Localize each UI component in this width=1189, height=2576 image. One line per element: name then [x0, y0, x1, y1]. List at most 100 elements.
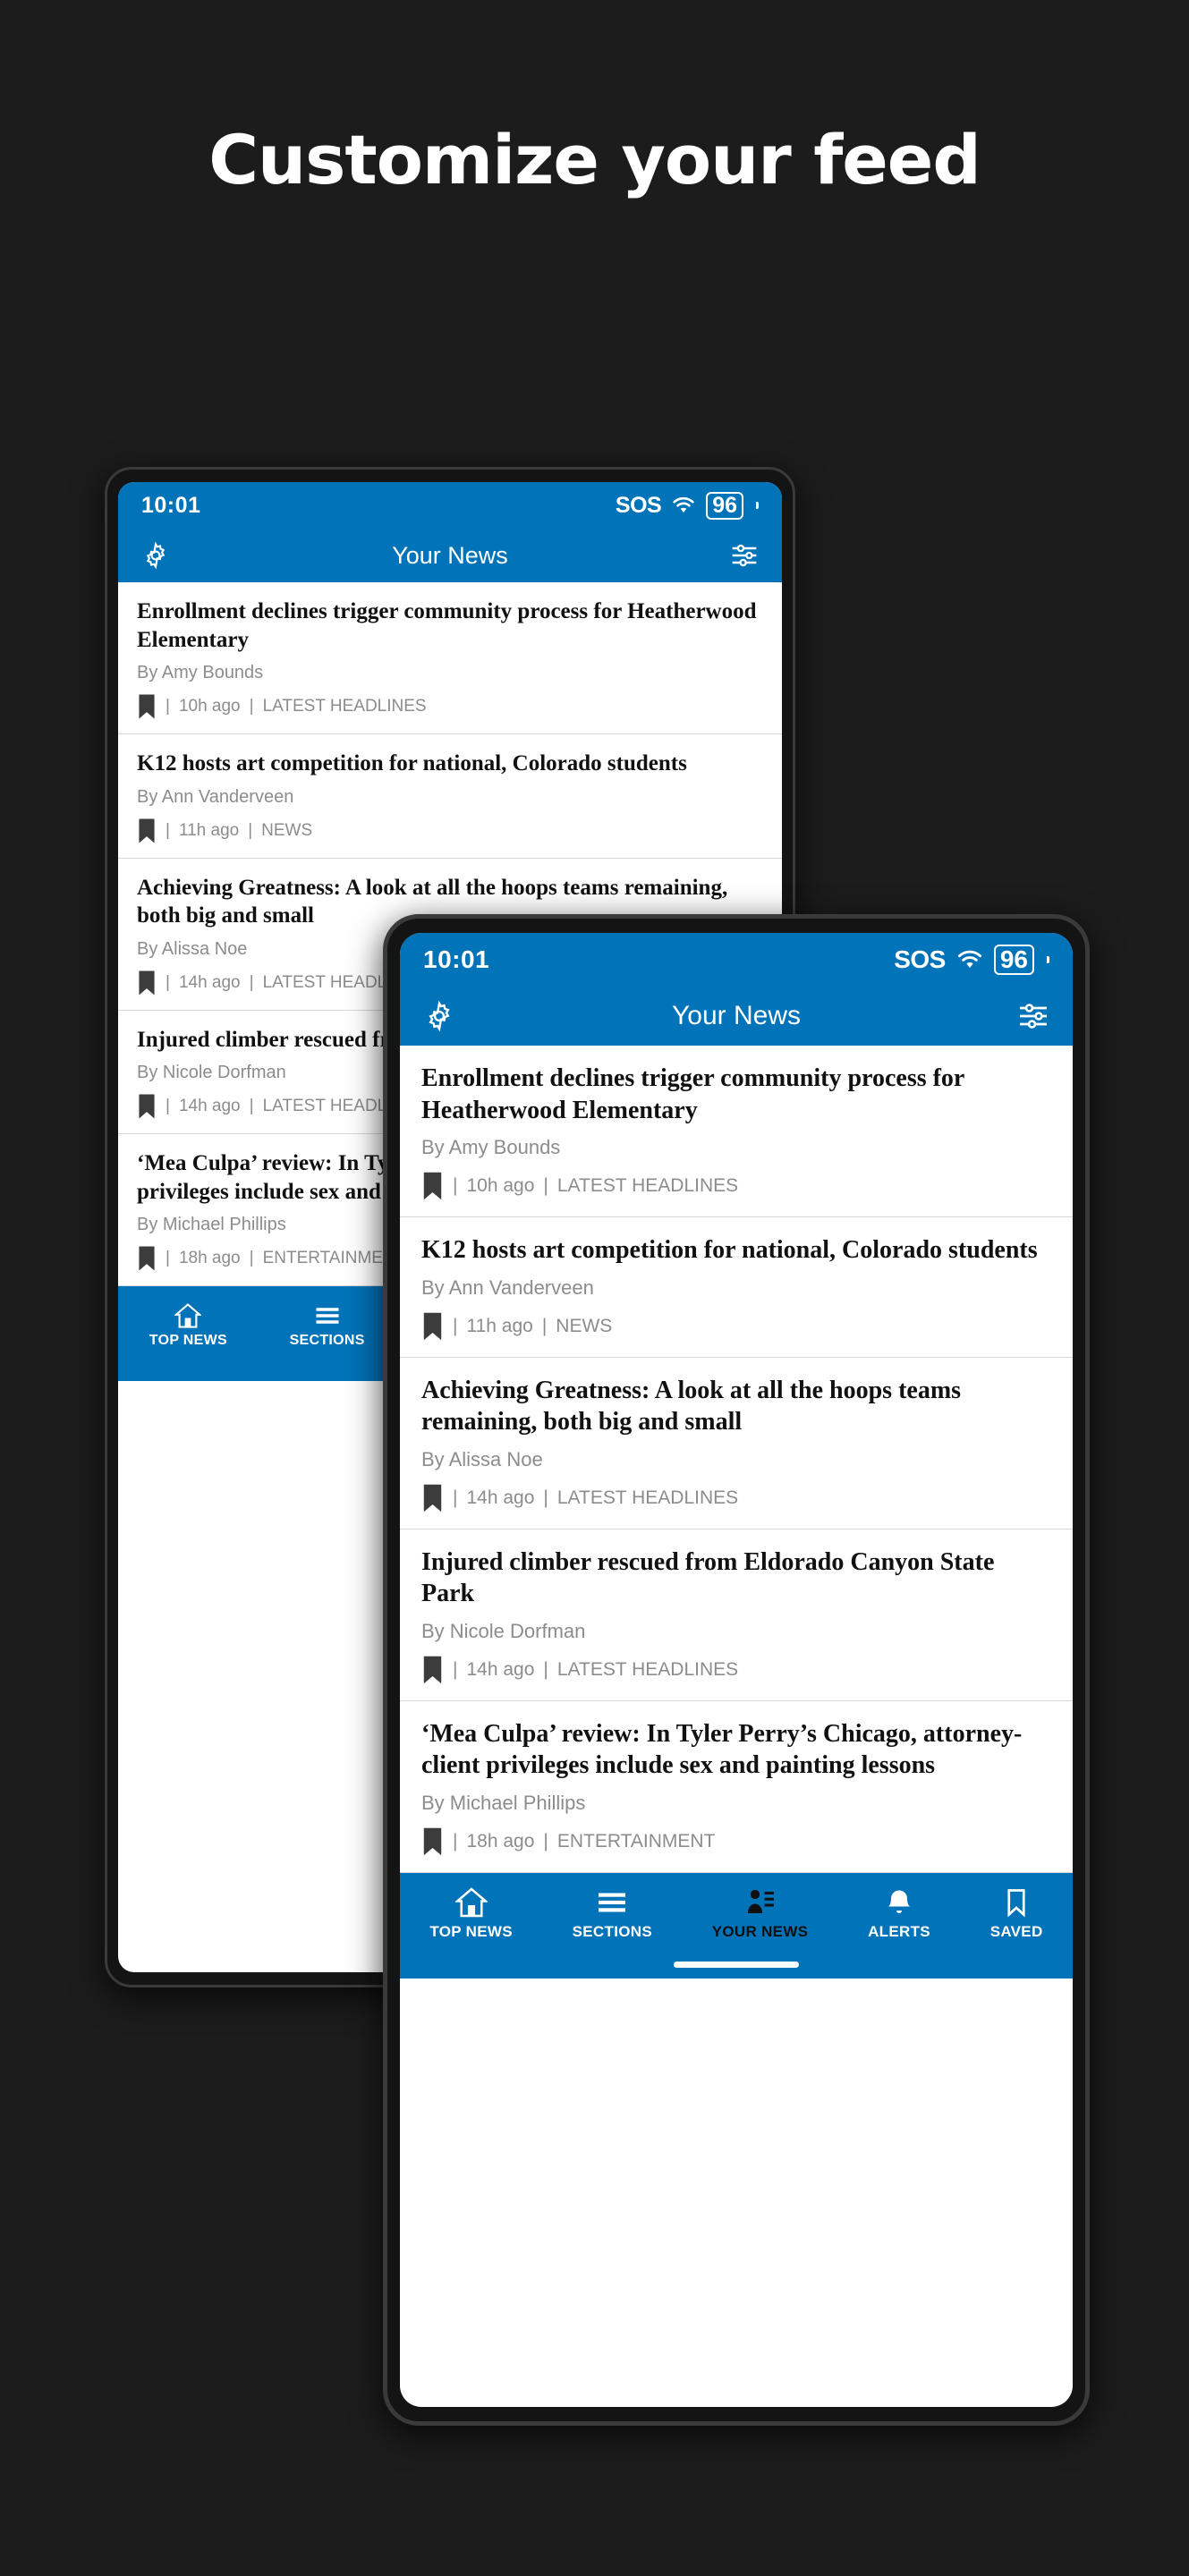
- app-bar-title: Your News: [392, 541, 508, 569]
- app-bar: Your News: [118, 529, 782, 582]
- bookmark-icon[interactable]: [137, 818, 157, 844]
- status-bar: 10:01 SOS 96: [400, 933, 1073, 987]
- meta-separator: |: [543, 1830, 548, 1852]
- meta-separator: |: [166, 820, 170, 840]
- article-headline: Enrollment declines trigger community pr…: [421, 1064, 964, 1124]
- page-title: Customize your feed: [208, 120, 981, 199]
- article-time: 18h ago: [466, 1830, 535, 1852]
- article-meta: | 10h ago | LATEST HEADLINES: [421, 1171, 1051, 1201]
- bookmark-icon[interactable]: [137, 1093, 157, 1120]
- battery-indicator: 96: [993, 945, 1034, 975]
- hamburger-menu-icon: [316, 1308, 339, 1324]
- status-time: 10:01: [423, 945, 490, 973]
- bookmark-icon[interactable]: [137, 970, 157, 996]
- nav-item-top-news[interactable]: TOP NEWS: [149, 1303, 227, 1349]
- bookmark-icon[interactable]: [421, 1483, 444, 1513]
- nav-item-your-news[interactable]: YOUR NEWS: [712, 1887, 809, 1941]
- meta-separator: |: [249, 1249, 254, 1267]
- article-time: 11h ago: [466, 1315, 533, 1336]
- meta-separator: |: [453, 1658, 458, 1680]
- article-time: 14h ago: [178, 1097, 241, 1115]
- person-list-icon: [747, 1889, 774, 1913]
- article-time: 14h ago: [178, 972, 241, 992]
- meta-separator: |: [248, 820, 253, 840]
- bell-icon: [888, 1890, 911, 1913]
- home-indicator: [674, 1962, 799, 1969]
- meta-separator: |: [249, 1097, 254, 1115]
- article-headline: ‘Mea Culpa’ review: In Tyler Perry’s Chi…: [421, 1719, 1023, 1780]
- bookmark-icon[interactable]: [137, 1245, 157, 1272]
- article-time: 11h ago: [178, 820, 240, 840]
- article-headline: Enrollment declines trigger community pr…: [137, 599, 757, 652]
- article-headline: Injured climber rescued from Eldorado Ca…: [421, 1547, 995, 1608]
- battery-nub-icon: [756, 502, 759, 509]
- article-byline: By Michael Phillips: [421, 1791, 586, 1814]
- article-time: 10h ago: [178, 697, 241, 716]
- article-meta: | 10h ago | LATEST HEADLINES: [137, 693, 763, 720]
- article-section: NEWS: [556, 1315, 613, 1336]
- battery-indicator: 96: [706, 491, 743, 520]
- article-list-item[interactable]: K12 hosts art competition for national, …: [118, 734, 782, 859]
- nav-item-sections[interactable]: SECTIONS: [290, 1303, 365, 1349]
- battery-level: 96: [712, 492, 737, 518]
- article-list-item[interactable]: Enrollment declines trigger community pr…: [400, 1046, 1073, 1218]
- nav-label: SECTIONS: [572, 1922, 652, 1940]
- sos-label: SOS: [615, 492, 662, 518]
- nav-label: ALERTS: [868, 1922, 930, 1940]
- nav-item-top-news[interactable]: TOP NEWS: [429, 1887, 513, 1941]
- meta-separator: |: [453, 1830, 458, 1852]
- article-list-item[interactable]: ‘Mea Culpa’ review: In Tyler Perry’s Chi…: [400, 1701, 1073, 1873]
- wifi-icon: [957, 950, 981, 969]
- bookmark-icon[interactable]: [421, 1171, 444, 1201]
- article-meta: | 11h ago | NEWS: [421, 1311, 1051, 1342]
- article-time: 10h ago: [466, 1175, 535, 1197]
- article-time: 14h ago: [466, 1658, 535, 1680]
- wifi-icon: [673, 496, 694, 513]
- nav-label: TOP NEWS: [149, 1333, 227, 1348]
- meta-separator: |: [166, 1249, 170, 1267]
- meta-separator: |: [453, 1315, 458, 1336]
- meta-separator: |: [543, 1487, 548, 1508]
- battery-nub-icon: [1047, 956, 1049, 963]
- nav-item-sections[interactable]: SECTIONS: [573, 1887, 652, 1941]
- meta-separator: |: [453, 1175, 458, 1197]
- article-section: ENTERTAINMENT: [556, 1830, 716, 1852]
- article-byline: By Ann Vanderveen: [421, 1275, 594, 1299]
- article-byline: By Amy Bounds: [137, 663, 264, 682]
- gear-icon[interactable]: [141, 541, 170, 570]
- tune-sliders-icon[interactable]: [730, 542, 759, 569]
- article-list-item[interactable]: Injured climber rescued from Eldorado Ca…: [400, 1530, 1073, 1701]
- article-time: 18h ago: [178, 1249, 241, 1267]
- bookmark-icon[interactable]: [421, 1655, 444, 1685]
- bookmark-outline-icon: [1007, 1889, 1025, 1918]
- app-bar-title: Your News: [672, 1001, 801, 1030]
- nav-item-saved[interactable]: SAVED: [990, 1887, 1043, 1941]
- article-meta: | 11h ago | NEWS: [137, 818, 763, 844]
- phone-device-front: 10:01 SOS 96 Your News Enrollment declin…: [383, 914, 1090, 2426]
- status-icons: SOS 96: [894, 945, 1049, 975]
- app-bar: Your News: [400, 987, 1073, 1046]
- article-section: LATEST HEADLINES: [556, 1658, 739, 1680]
- article-section: NEWS: [261, 820, 313, 840]
- meta-separator: |: [543, 1658, 548, 1680]
- article-list-item[interactable]: Enrollment declines trigger community pr…: [118, 582, 782, 734]
- article-list-item[interactable]: Achieving Greatness: A look at all the h…: [400, 1358, 1073, 1530]
- article-list-item[interactable]: K12 hosts art competition for national, …: [400, 1217, 1073, 1358]
- article-meta: | 14h ago | LATEST HEADLINES: [421, 1483, 1051, 1513]
- article-feed[interactable]: Enrollment declines trigger community pr…: [400, 1046, 1073, 1873]
- meta-separator: |: [166, 972, 170, 992]
- bookmark-icon[interactable]: [421, 1311, 444, 1342]
- status-icons: SOS 96: [615, 491, 759, 520]
- gear-icon[interactable]: [423, 1000, 455, 1032]
- bookmark-icon[interactable]: [421, 1826, 444, 1857]
- nav-item-alerts[interactable]: ALERTS: [868, 1887, 930, 1941]
- article-section: LATEST HEADLINES: [556, 1487, 739, 1508]
- hamburger-menu-icon: [599, 1893, 626, 1912]
- tune-sliders-icon[interactable]: [1017, 1001, 1049, 1031]
- bookmark-icon[interactable]: [137, 693, 157, 720]
- nav-label: SECTIONS: [289, 1333, 365, 1348]
- bottom-navigation[interactable]: TOP NEWS SECTIONS: [400, 1872, 1073, 1952]
- meta-separator: |: [541, 1315, 548, 1336]
- article-meta: | 18h ago | ENTERTAINMENT: [421, 1826, 1051, 1857]
- battery-level: 96: [999, 945, 1028, 973]
